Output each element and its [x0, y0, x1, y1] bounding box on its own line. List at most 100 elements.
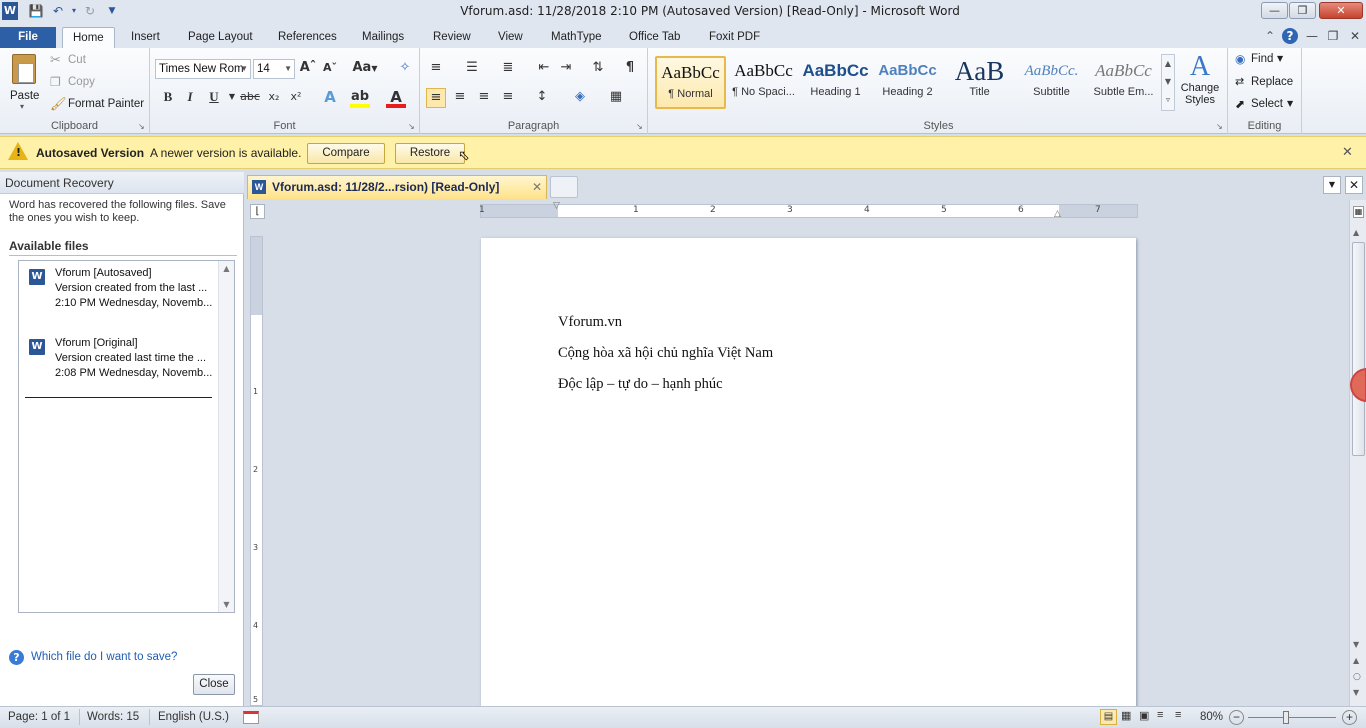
tab-foxit-pdf[interactable]: Foxit PDF	[699, 27, 770, 48]
outline-icon[interactable]: ≡	[1157, 709, 1163, 721]
doc-minimize-icon[interactable]: —	[1304, 28, 1320, 44]
shrink-font-icon[interactable]: Aˇ	[320, 59, 340, 79]
tab-review[interactable]: Review	[423, 27, 481, 48]
restore-button[interactable]: Restore	[395, 143, 465, 164]
language-indicator[interactable]: English (U.S.)	[158, 711, 229, 723]
format-painter-button[interactable]: 🖌 Format Painter	[50, 97, 148, 115]
align-left-icon[interactable]: ≡	[426, 88, 446, 108]
tab-page-layout[interactable]: Page Layout	[178, 27, 263, 48]
tab-selector-icon[interactable]: ⌊	[250, 204, 265, 219]
font-color-icon[interactable]: A	[386, 88, 406, 108]
next-page-icon[interactable]: ▼	[1353, 688, 1359, 697]
zoom-in-icon[interactable]: +	[1342, 710, 1357, 725]
undo-icon[interactable]: ↶	[50, 3, 66, 19]
tab-office-tab[interactable]: Office Tab	[619, 27, 690, 48]
close-recovery-button[interactable]: Close	[193, 674, 235, 695]
right-indent-marker[interactable]: △	[1054, 209, 1061, 219]
style-heading-1[interactable]: AaBbCc Heading 1	[800, 56, 871, 109]
increase-indent-icon[interactable]: ⇥	[556, 59, 576, 79]
style-heading-2[interactable]: AaBbCc Heading 2	[872, 56, 943, 109]
cut-button[interactable]: ✂ Cut	[50, 53, 145, 71]
minimize-button[interactable]: —	[1261, 2, 1288, 19]
paste-button[interactable]: Paste ▾	[6, 52, 42, 114]
clipboard-launcher-icon[interactable]: ↘	[138, 123, 146, 131]
maximize-button[interactable]: ❐	[1289, 2, 1316, 19]
tab-insert[interactable]: Insert	[121, 27, 170, 48]
copy-button[interactable]: ❐ Copy	[50, 75, 145, 93]
web-layout-icon[interactable]: ▣	[1139, 709, 1149, 722]
grow-font-icon[interactable]: Aˆ	[298, 59, 318, 79]
tab-file[interactable]: File	[0, 27, 56, 48]
paragraph-launcher-icon[interactable]: ↘	[636, 123, 644, 131]
styles-launcher-icon[interactable]: ↘	[1216, 123, 1224, 131]
minimize-ribbon-icon[interactable]: ⌃	[1262, 28, 1278, 44]
doc-restore-icon[interactable]: ❐	[1325, 28, 1341, 44]
page-count[interactable]: Page: 1 of 1	[8, 711, 70, 723]
underline-dropdown-icon[interactable]: ▼	[222, 88, 242, 108]
underline-icon[interactable]: U	[204, 88, 224, 108]
zoom-out-icon[interactable]: −	[1229, 710, 1244, 725]
find-button[interactable]: ◉ Find ▼	[1235, 52, 1300, 70]
shading-icon[interactable]: ◈	[570, 88, 590, 108]
multilevel-list-icon[interactable]: ≣	[498, 59, 518, 79]
word-app-icon[interactable]: W	[2, 2, 18, 20]
redo-icon[interactable]: ↻	[82, 3, 98, 19]
vertical-ruler[interactable]: 1 2 3 4 5	[250, 236, 263, 706]
style-subtitle[interactable]: AaBbCc. Subtitle	[1016, 56, 1087, 109]
vertical-scrollbar[interactable]: ▦ ▲ ▼ ▲ ○ ▼	[1349, 200, 1366, 706]
horizontal-ruler[interactable]: 1 1 2 3 4 5 6 7 ▽ △	[479, 201, 1138, 219]
list-item[interactable]: W Vforum [Original] Version created last…	[29, 335, 219, 391]
bold-icon[interactable]: B	[158, 88, 178, 108]
close-all-tabs-icon[interactable]: ✕	[1345, 176, 1363, 194]
style-no-spacing[interactable]: AaBbCc ¶ No Spaci...	[728, 56, 799, 109]
macro-recording-icon[interactable]	[243, 711, 259, 724]
previous-page-icon[interactable]: ▲	[1353, 656, 1359, 665]
change-styles-button[interactable]: A Change Styles	[1176, 52, 1224, 118]
first-line-indent-marker[interactable]: ▽	[553, 201, 560, 211]
replace-button[interactable]: ⇄ Replace	[1235, 75, 1300, 93]
close-infobar-icon[interactable]: ✕	[1342, 145, 1353, 160]
zoom-slider[interactable]	[1248, 717, 1336, 718]
strikethrough-icon[interactable]: abc	[240, 88, 260, 108]
change-case-button[interactable]: Aa▼	[350, 59, 380, 79]
document-page[interactable]: Vforum.vn Cộng hòa xã hội chủ nghĩa Việt…	[481, 238, 1136, 708]
scroll-down-icon[interactable]: ▼	[1353, 640, 1359, 649]
sort-icon[interactable]: ⇅	[588, 59, 608, 79]
line-spacing-icon[interactable]: ↕	[532, 88, 552, 108]
customize-toolbar-icon[interactable]: ▼	[104, 3, 120, 19]
highlight-icon[interactable]: ab	[350, 88, 370, 108]
scroll-up-icon[interactable]: ▲	[1353, 228, 1359, 237]
print-layout-icon[interactable]: ▤	[1100, 709, 1117, 725]
decrease-indent-icon[interactable]: ⇤	[534, 59, 554, 79]
tab-mathtype[interactable]: MathType	[541, 27, 612, 48]
full-screen-reading-icon[interactable]: ▦	[1121, 709, 1131, 722]
help-icon[interactable]: ?	[1282, 28, 1298, 44]
scroll-thumb[interactable]	[1352, 242, 1365, 456]
scroll-down-icon[interactable]: ▼	[219, 600, 234, 609]
scroll-up-icon[interactable]: ▲	[219, 264, 234, 273]
tab-mailings[interactable]: Mailings	[352, 27, 414, 48]
new-tab-button[interactable]	[550, 176, 578, 198]
style-title[interactable]: AaB Title	[944, 56, 1015, 109]
font-size-combo[interactable]: 14 ▼	[253, 59, 295, 79]
save-icon[interactable]: 💾	[28, 3, 44, 19]
file-list-scrollbar[interactable]: ▲ ▼	[218, 261, 234, 612]
draft-icon[interactable]: ≡	[1175, 709, 1181, 721]
bullets-icon[interactable]: ≡	[426, 59, 446, 79]
font-launcher-icon[interactable]: ↘	[408, 123, 416, 131]
select-button[interactable]: ⬈ Select ▼	[1235, 97, 1300, 115]
tab-list-icon[interactable]: ▼	[1323, 176, 1341, 194]
tab-home[interactable]: Home	[62, 27, 115, 48]
tab-references[interactable]: References	[268, 27, 347, 48]
style-normal[interactable]: AaBbCc ¶ Normal	[655, 56, 726, 109]
superscript-icon[interactable]: x²	[286, 88, 306, 108]
align-center-icon[interactable]: ≡	[450, 88, 470, 108]
show-formatting-icon[interactable]: ¶	[620, 59, 640, 79]
font-name-combo[interactable]: Times New Rom ▼	[155, 59, 251, 79]
compare-button[interactable]: Compare	[307, 143, 385, 164]
close-tab-icon[interactable]: ✕	[532, 176, 542, 198]
zoom-level[interactable]: 80%	[1200, 711, 1223, 723]
borders-icon[interactable]: ▦	[606, 88, 626, 108]
zoom-slider-thumb[interactable]	[1283, 711, 1289, 724]
subscript-icon[interactable]: x₂	[264, 88, 284, 108]
